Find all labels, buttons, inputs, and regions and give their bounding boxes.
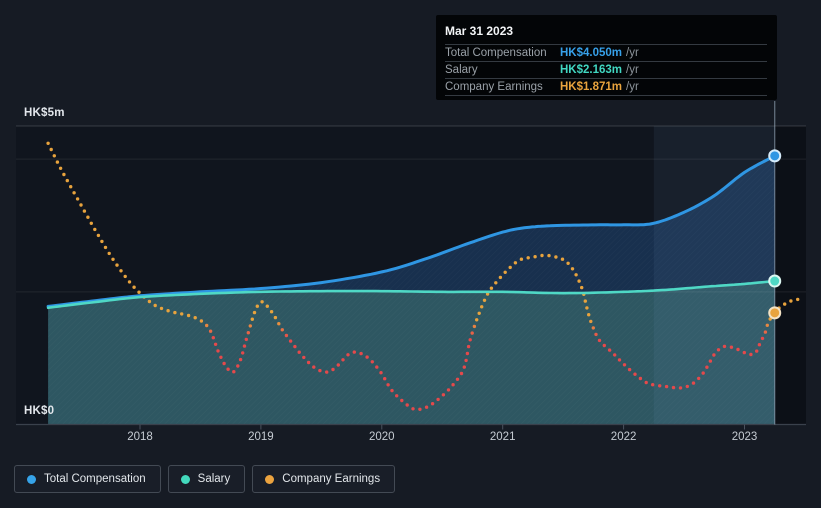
chart-tooltip: Mar 31 2023 Total Compensation HK$4.050m /… — [436, 15, 777, 100]
tooltip-row-company-earnings: Company Earnings HK$1.871m/yr — [445, 78, 767, 96]
y-axis-min-label: HK$0 — [24, 405, 55, 417]
tooltip-row-label: Company Earnings — [445, 81, 543, 93]
highlight-band-last-year — [653, 126, 775, 425]
x-axis-label-2023: 2023 — [731, 431, 758, 443]
x-axis-label-2020: 2020 — [369, 431, 395, 443]
tooltip-date: Mar 31 2023 — [445, 24, 514, 38]
legend-label: Company Earnings — [282, 473, 381, 485]
remuneration-chart: HK$5m HK$0 2018 2019 2020 2021 2022 2023 Mar … — [0, 0, 821, 508]
legend-item-salary[interactable]: Salary — [167, 465, 246, 493]
x-axis-label-2022: 2022 — [610, 431, 637, 443]
legend-label: Total Compensation — [44, 473, 146, 485]
salary-marker — [768, 274, 782, 288]
future-region-shade — [774, 126, 806, 425]
tooltip-row-total-compensation: Total Compensation HK$4.050m/yr — [445, 44, 767, 61]
tooltip-row-unit: /yr — [626, 64, 639, 76]
tooltip-row-value: HK$2.163m — [560, 64, 623, 76]
legend-dot-icon — [265, 474, 275, 484]
tooltip-row-unit: /yr — [626, 81, 639, 93]
y-axis-max-label: HK$5m — [24, 107, 65, 119]
tooltip-row-unit: /yr — [626, 47, 639, 59]
legend-dot-icon — [27, 474, 36, 484]
x-axis-label-2019: 2019 — [248, 431, 274, 443]
tooltip-row-label: Total Compensation — [445, 47, 547, 59]
chart-legend: Total Compensation Salary Company Earnings — [14, 465, 396, 493]
legend-label: Salary — [197, 473, 231, 485]
total-compensation-marker — [768, 149, 782, 163]
legend-dot-icon — [180, 474, 190, 484]
tooltip-row-value: HK$1.871m — [560, 81, 623, 93]
legend-item-total-compensation[interactable]: Total Compensation — [14, 465, 161, 493]
tooltip-row-label: Salary — [445, 64, 478, 76]
legend-item-company-earnings[interactable]: Company Earnings — [252, 465, 396, 493]
tooltip-row-salary: Salary HK$2.163m/yr — [445, 61, 767, 78]
tooltip-row-value: HK$4.050m — [560, 47, 623, 59]
x-axis-label-2018: 2018 — [127, 431, 153, 443]
company-earnings-marker — [768, 306, 782, 320]
x-axis-label-2021: 2021 — [489, 431, 516, 443]
